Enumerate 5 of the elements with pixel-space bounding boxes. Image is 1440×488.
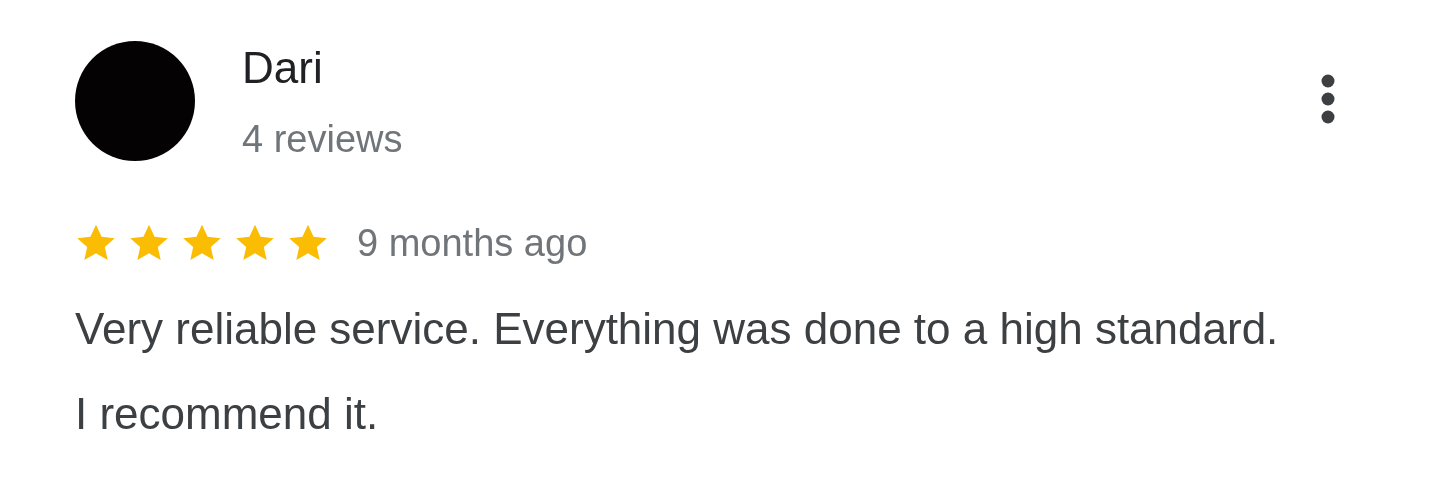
review-text: Very reliable service. Everything was done to a high standard. I recommend it. (75, 303, 1280, 440)
more-options-icon (1321, 74, 1335, 124)
reviewer-name: Dari (242, 42, 324, 94)
review-time: 9 months ago (357, 221, 588, 266)
review-count: 4 reviews (242, 117, 404, 162)
